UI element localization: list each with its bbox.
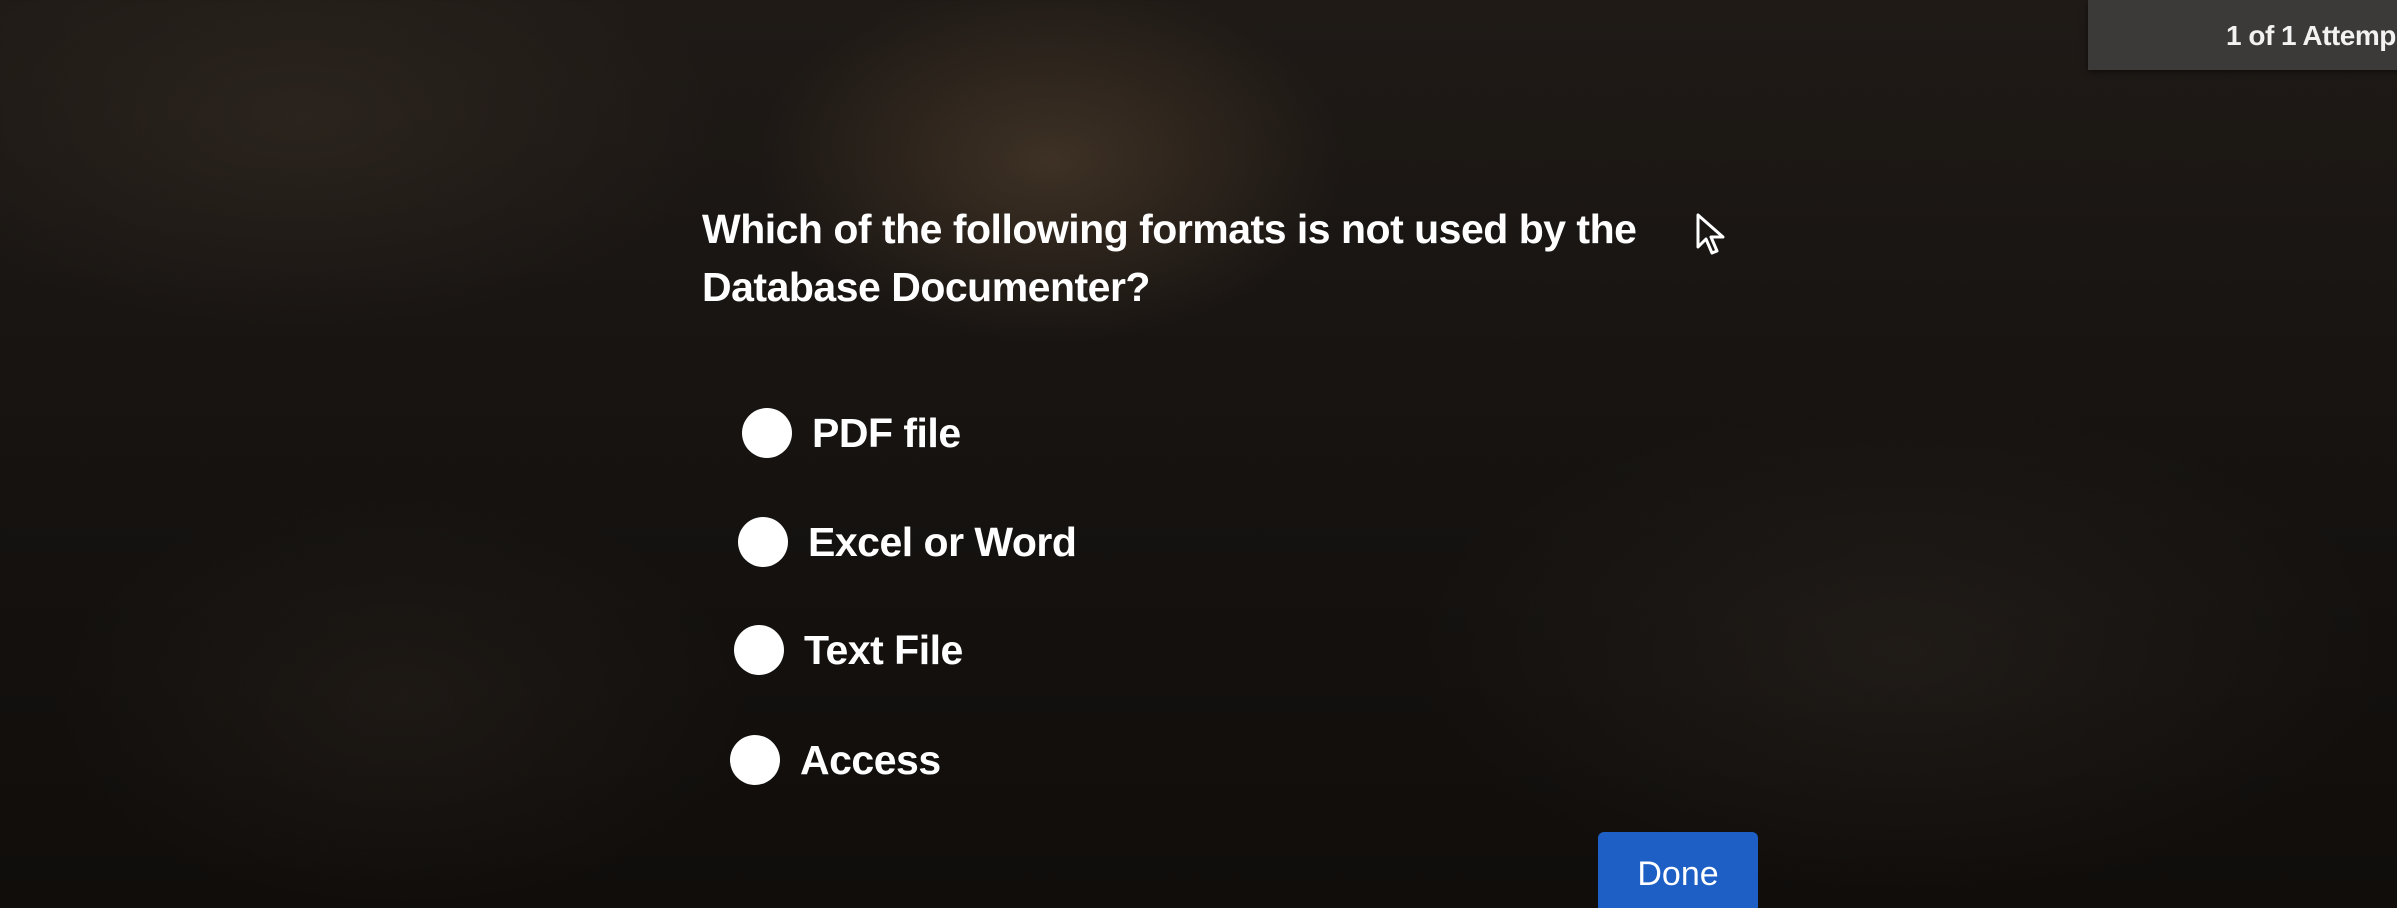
attempts-counter: 1 of 1 Attemp [2226, 20, 2396, 51]
answer-option-label: PDF file [812, 409, 961, 456]
answer-option-pdf-file[interactable]: PDF file [742, 408, 961, 458]
radio-button-icon[interactable] [730, 735, 780, 785]
answer-option-excel-or-word[interactable]: Excel or Word [738, 517, 1077, 567]
done-button[interactable]: Done [1598, 832, 1758, 908]
mouse-pointer-icon [1696, 213, 1725, 255]
radio-button-icon[interactable] [742, 408, 792, 458]
answer-option-label: Access [800, 736, 941, 783]
radio-button-icon[interactable] [738, 517, 788, 567]
attempts-panel: 1 of 1 Attemp [2088, 0, 2397, 70]
answer-option-label: Excel or Word [808, 518, 1077, 565]
radio-button-icon[interactable] [734, 625, 784, 675]
answer-option-label: Text File [804, 626, 963, 673]
answer-option-access[interactable]: Access [730, 735, 941, 785]
answer-option-text-file[interactable]: Text File [734, 625, 963, 675]
question-text: Which of the following formats is not us… [702, 206, 1637, 310]
